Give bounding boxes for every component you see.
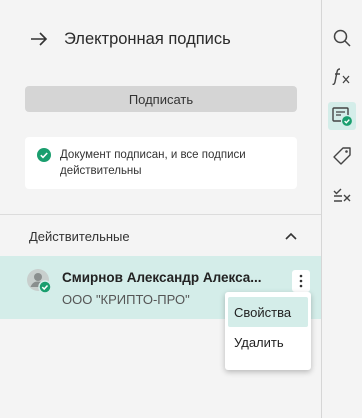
signature-panel: Электронная подпись Подписать Документ п… bbox=[0, 0, 321, 418]
menu-item-properties[interactable]: Свойства bbox=[228, 297, 308, 327]
user-avatar-icon bbox=[26, 268, 52, 294]
status-card: Документ подписан, и все подписи действи… bbox=[25, 137, 297, 189]
signer-organization: ООО "КРИПТО-ПРО" bbox=[62, 292, 190, 307]
signer-name: Смирнов Александр Алекса... bbox=[62, 270, 262, 285]
divider bbox=[0, 214, 321, 215]
panel-title: Электронная подпись bbox=[64, 29, 231, 48]
checklist-icon[interactable] bbox=[330, 184, 354, 208]
status-text: Документ подписан, и все подписи действи… bbox=[60, 149, 246, 177]
chevron-up-icon[interactable] bbox=[285, 227, 297, 245]
signature-icon[interactable] bbox=[328, 102, 356, 130]
check-circle-icon bbox=[37, 148, 51, 162]
sign-button[interactable]: Подписать bbox=[25, 86, 297, 112]
tag-icon[interactable] bbox=[330, 144, 354, 168]
context-menu: Свойства Удалить bbox=[225, 292, 311, 370]
search-icon[interactable] bbox=[330, 26, 354, 50]
formula-icon[interactable] bbox=[330, 64, 354, 88]
panel-header: Электронная подпись bbox=[28, 28, 231, 50]
menu-item-delete[interactable]: Удалить bbox=[228, 327, 308, 357]
arrow-right-icon[interactable] bbox=[28, 28, 50, 50]
section-header-valid[interactable]: Действительные bbox=[29, 226, 297, 246]
right-toolbar bbox=[321, 0, 362, 418]
section-title: Действительные bbox=[29, 228, 130, 244]
more-options-icon[interactable] bbox=[292, 270, 310, 292]
